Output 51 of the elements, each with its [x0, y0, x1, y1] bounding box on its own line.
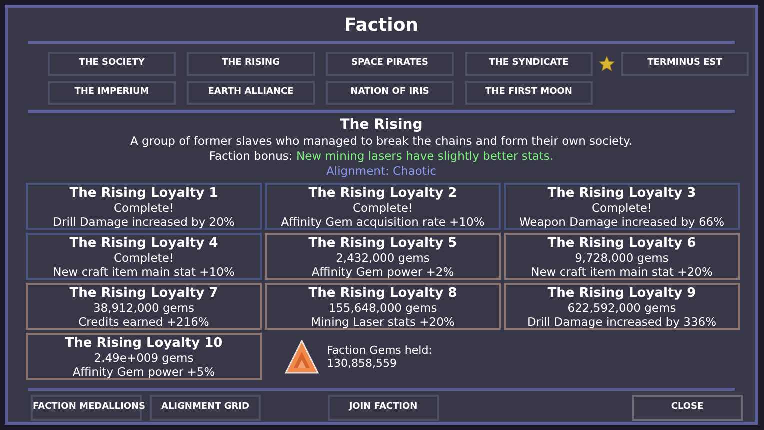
loyalty-status: 2,432,000 gems [335, 251, 431, 265]
faction-button[interactable]: THE FIRST MOON [465, 81, 593, 105]
window-title: Faction [343, 15, 420, 37]
loyalty-reward: Affinity Gem acquisition rate +10% [280, 215, 486, 229]
gems-value: 130,858,559 [327, 356, 398, 370]
faction-button[interactable]: THE RISING [187, 52, 315, 76]
loyalty-title: The Rising Loyalty 1 [68, 186, 220, 201]
bonus-label: Faction bonus: [209, 149, 293, 163]
faction-name: The Rising [339, 116, 424, 134]
loyalty-title: The Rising Loyalty 9 [546, 286, 698, 301]
bonus-text: New mining lasers have slightly better stats. [296, 149, 554, 163]
loyalty-reward: Drill Damage increased by 20% [52, 215, 236, 229]
faction-button[interactable]: SPACE PIRATES [326, 52, 454, 76]
footer-button[interactable]: CLOSE [632, 395, 743, 421]
loyalty-title: The Rising Loyalty 4 [68, 236, 220, 251]
loyalty-title: The Rising Loyalty 8 [308, 286, 458, 301]
faction-button[interactable]: TERMINUS EST [621, 52, 749, 76]
gems-label: Faction Gems held: [327, 344, 432, 356]
loyalty-title: The Rising Loyalty 6 [546, 236, 698, 251]
loyalty-reward: Mining Laser stats +20% [310, 315, 456, 329]
footer-button[interactable]: JOIN FACTION [328, 395, 439, 421]
faction-button[interactable]: EARTH ALLIANCE [187, 81, 315, 105]
loyalty-reward: Affinity Gem power +5% [72, 365, 216, 379]
loyalty-reward: Weapon Damage increased by 66% [518, 215, 726, 229]
loyalty-status: Complete! [112, 251, 176, 265]
faction-description: A group of former slaves who managed to break the chains and form their own society. [130, 134, 634, 149]
loyalty-title: The Rising Loyalty 3 [546, 186, 698, 201]
loyalty-title: The Rising Loyalty 7 [68, 286, 220, 301]
loyalty-status: 2.49e+009 gems [93, 351, 195, 365]
loyalty-reward: New craft item main stat +20% [530, 265, 714, 279]
faction-button[interactable]: THE IMPERIUM [48, 81, 176, 105]
faction-button[interactable]: THE SYNDICATE [465, 52, 593, 76]
footer-button[interactable]: ALIGNMENT GRID [150, 395, 261, 421]
gem-icon [285, 340, 319, 374]
loyalty-reward: Drill Damage increased by 336% [526, 315, 718, 329]
loyalty-title: The Rising Loyalty 2 [308, 186, 458, 201]
loyalty-status: Complete! [590, 201, 654, 215]
loyalty-status: 155,648,000 gems [328, 301, 438, 315]
loyalty-title: The Rising Loyalty 10 [64, 336, 224, 351]
faction-button[interactable]: THE SOCIETY [48, 52, 176, 76]
loyalty-reward: Affinity Gem power +2% [310, 265, 456, 279]
alignment-text: Alignment: Chaotic [326, 164, 438, 179]
faction-button[interactable]: NATION OF IRIS [326, 81, 454, 105]
loyalty-status: Complete! [352, 201, 414, 215]
loyalty-title: The Rising Loyalty 5 [308, 236, 458, 251]
loyalty-reward: Credits earned +216% [78, 315, 210, 329]
loyalty-status: Complete! [112, 201, 176, 215]
loyalty-reward: New craft item main stat +10% [52, 265, 236, 279]
loyalty-status: 622,592,000 gems [566, 301, 678, 315]
loyalty-status: 38,912,000 gems [92, 301, 196, 315]
loyalty-status: 9,728,000 gems [574, 251, 670, 265]
